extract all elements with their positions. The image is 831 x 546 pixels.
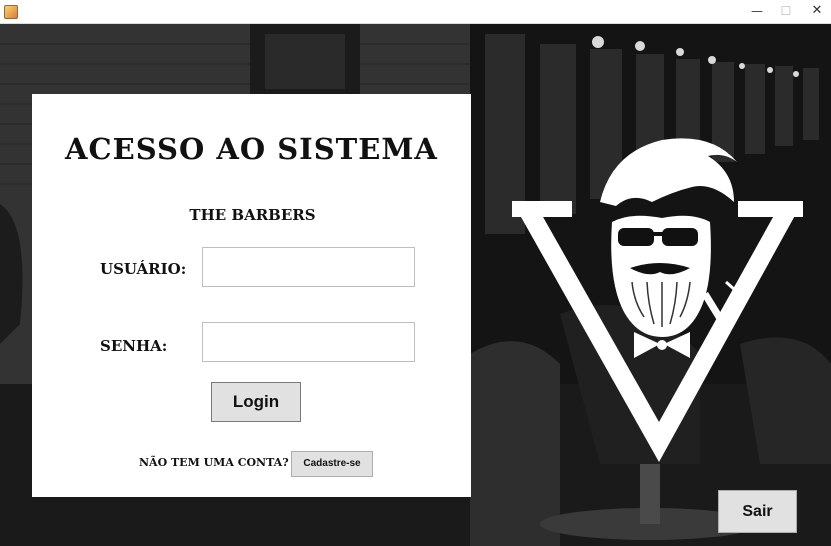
- minimize-button[interactable]: —: [742, 0, 772, 24]
- username-input[interactable]: [202, 247, 415, 287]
- page-title: ACESSO AO SISTEMA: [65, 132, 438, 166]
- maximize-button[interactable]: ☐: [771, 0, 801, 24]
- java-app-icon: [4, 5, 18, 19]
- username-label: USUÁRIO:: [100, 260, 187, 278]
- password-input[interactable]: [202, 322, 415, 362]
- exit-button[interactable]: Sair: [718, 490, 797, 533]
- register-button[interactable]: Cadastre-se: [291, 451, 373, 477]
- no-account-text: NÃO TEM UMA CONTA?: [139, 456, 289, 469]
- password-label: SENHA:: [100, 337, 168, 355]
- window-titlebar: — ☐ ✕: [0, 0, 831, 24]
- bearded-barber-logo-icon: [512, 138, 803, 462]
- close-button[interactable]: ✕: [802, 0, 831, 24]
- brand-subtitle: THE BARBERS: [189, 206, 316, 224]
- login-panel: ACESSO AO SISTEMA THE BARBERS USUÁRIO: S…: [32, 94, 471, 497]
- login-button[interactable]: Login: [211, 382, 301, 422]
